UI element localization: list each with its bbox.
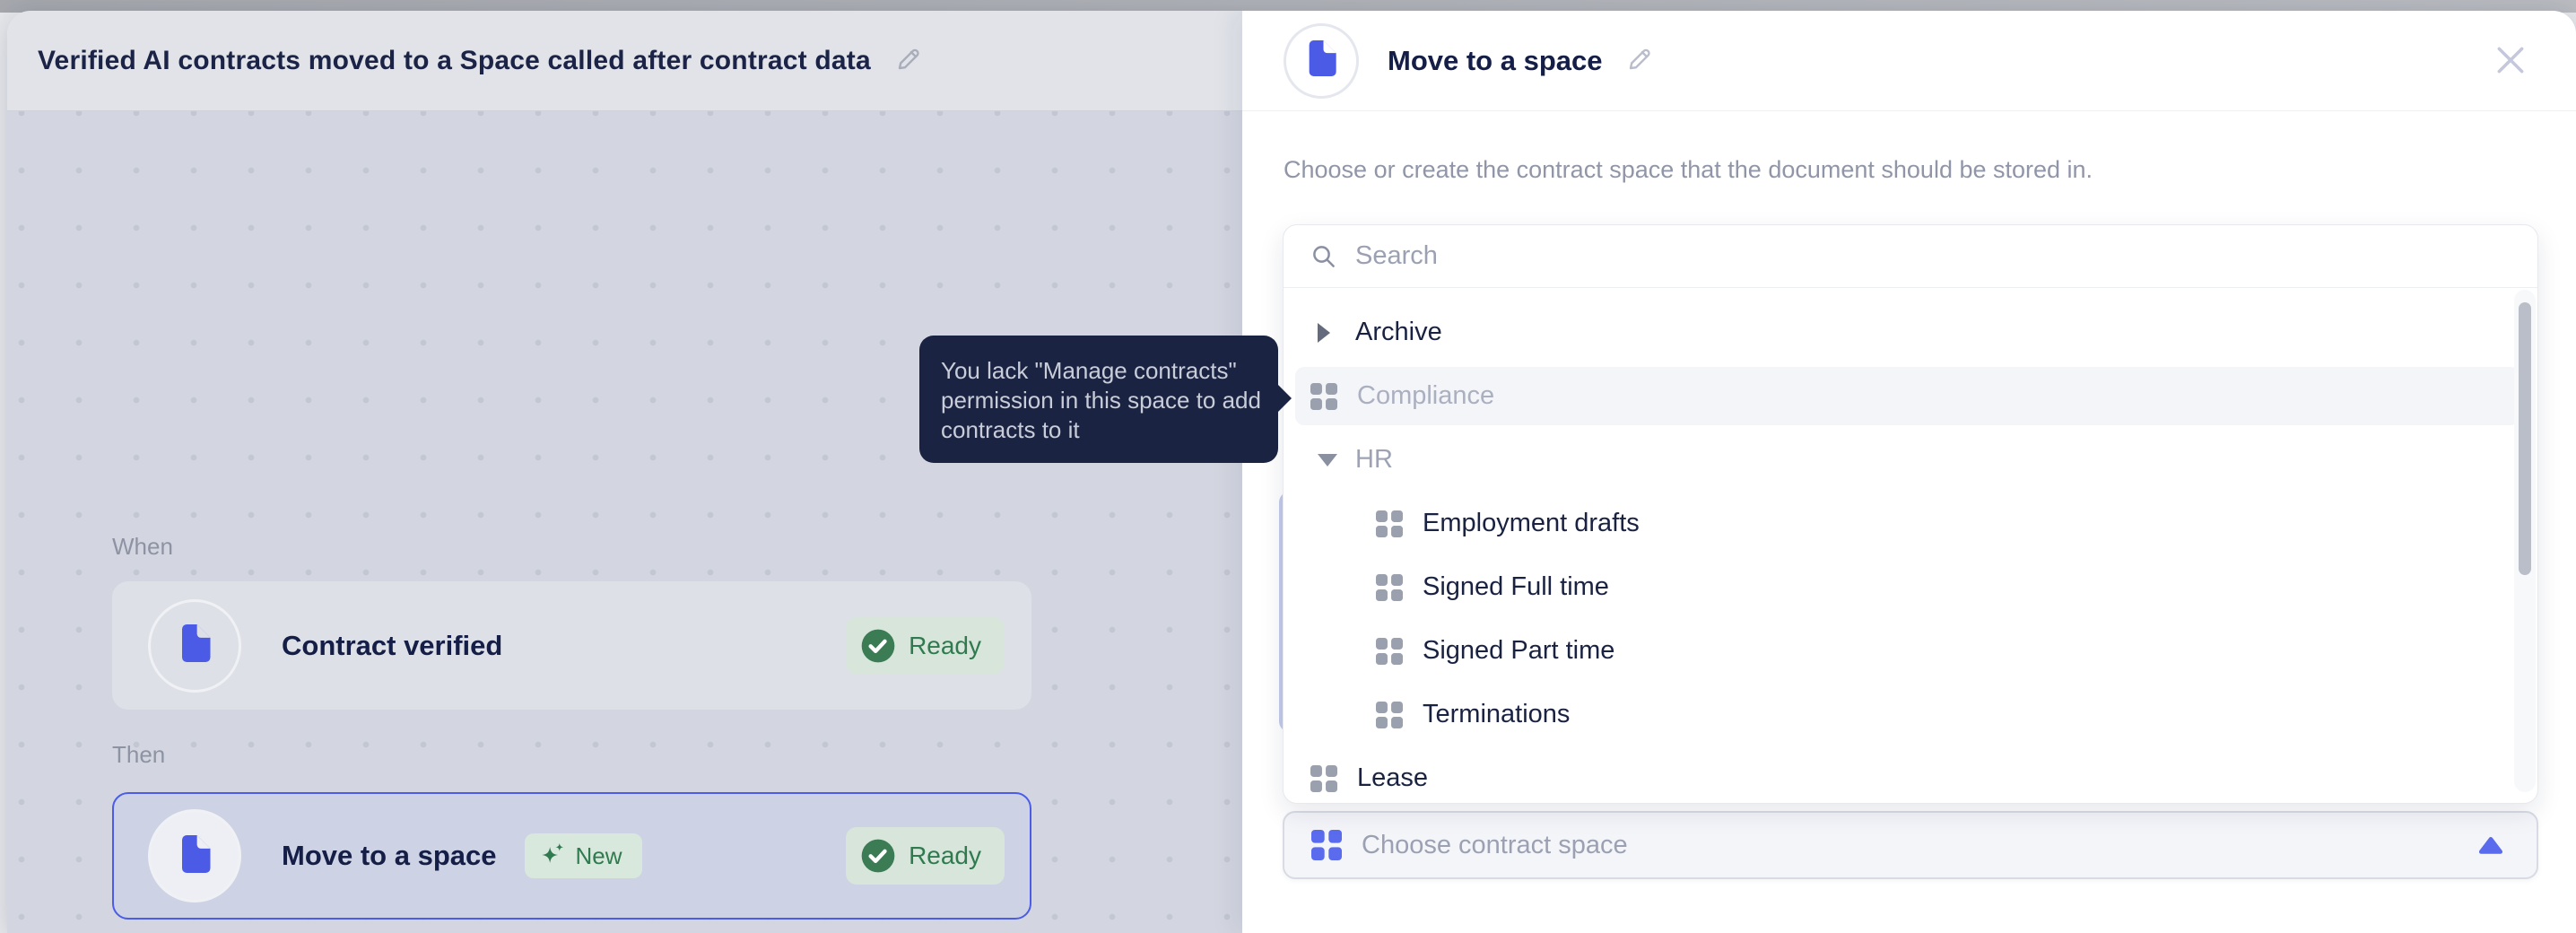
action-card-title: Move to a space [282,840,497,871]
search-icon [1310,243,1337,270]
document-icon [178,834,211,877]
tree-row-label: Compliance [1357,381,1495,410]
space-picker-popover: Archive Compliance HR [1283,224,2538,804]
scrollbar-thumb[interactable] [2519,302,2531,575]
tree-row-compliance[interactable]: Compliance [1284,364,2537,428]
when-label: When [112,533,173,560]
choose-contract-space-select[interactable]: Choose contract space [1283,811,2538,879]
check-circle-icon [860,838,896,874]
edit-action-name-button[interactable] [1625,45,1654,76]
tree-row-signed-part-time[interactable]: Signed Part time [1284,619,2537,683]
tree-row-employment-drafts[interactable]: Employment drafts [1284,492,2537,555]
space-grid-icon [1311,830,1342,860]
tree-row-hr[interactable]: HR [1284,428,2537,492]
document-icon [1306,40,1336,81]
check-circle-icon [860,628,896,664]
select-placeholder: Choose contract space [1362,830,1628,859]
space-grid-icon [1310,764,1337,792]
pencil-icon [894,45,923,76]
action-avatar [148,809,241,902]
tree-row-label: Archive [1355,318,1442,346]
trigger-card-title: Contract verified [282,629,503,661]
space-grid-icon [1376,510,1403,537]
workflow-canvas-section: Verified AI contracts moved to a Space c… [7,11,1242,933]
close-panel-button[interactable] [2493,43,2528,80]
search-input[interactable] [1355,241,2537,271]
panel-description: Choose or create the contract space that… [1284,156,2093,183]
trigger-status-badge: Ready [846,616,1005,675]
tooltip-line: contracts to it [941,416,1080,443]
search-row [1284,225,2537,288]
chevron-down-icon [1318,453,1345,466]
space-grid-icon [1376,573,1403,601]
workflow-titlebar: Verified AI contracts moved to a Space c… [7,11,1242,111]
tree-row-label: HR [1355,445,1393,474]
permission-tooltip: You lack "Manage contracts" permission i… [919,336,1292,463]
tree-row-label: Signed Part time [1423,636,1615,665]
new-badge-text: New [575,841,622,869]
pencil-icon [1625,45,1654,76]
edit-workflow-title-button[interactable] [894,45,923,76]
document-icon [178,624,211,667]
space-tree: Archive Compliance HR Employment drafts … [1284,288,2537,803]
tree-row-archive[interactable]: Archive [1284,301,2537,364]
tree-row-label: Terminations [1423,700,1571,728]
trigger-card[interactable]: Contract verified Ready [112,581,1031,710]
chevron-right-icon [1318,322,1345,343]
space-grid-icon [1376,701,1403,728]
panel-title: Move to a space [1388,44,1603,76]
space-grid-icon [1310,382,1337,410]
then-label: Then [112,741,166,768]
space-grid-icon [1376,637,1403,665]
chevron-up-icon [2477,835,2504,855]
action-card-selected[interactable]: Move to a space New Ready [112,792,1031,920]
tooltip-line: permission in this space to add [941,387,1261,414]
tree-row-label: Signed Full time [1423,572,1609,601]
close-icon [2493,43,2528,80]
action-detail-panel: Move to a space Choose or create the con… [1242,11,2576,933]
tree-row-lease[interactable]: Lease [1284,746,2537,803]
panel-avatar [1284,22,1359,99]
sparkles-icon [537,841,568,871]
trigger-avatar [148,598,241,693]
automation-modal: Verified AI contracts moved to a Space c… [7,11,2576,933]
action-status-badge: Ready [846,827,1005,885]
workflow-title: Verified AI contracts moved to a Space c… [38,45,871,75]
tree-row-label: Lease [1357,763,1429,792]
tree-row-terminations[interactable]: Terminations [1284,683,2537,746]
workflow-canvas: When Contract verified Ready Then Move t… [7,111,1242,933]
action-status-text: Ready [909,841,981,869]
tree-row-signed-full-time[interactable]: Signed Full time [1284,555,2537,619]
new-badge: New [525,833,642,878]
panel-header: Move to a space [1242,11,2576,111]
trigger-status-text: Ready [909,631,981,659]
tooltip-line: You lack "Manage contracts" [941,357,1237,384]
tree-row-label: Employment drafts [1423,509,1640,537]
